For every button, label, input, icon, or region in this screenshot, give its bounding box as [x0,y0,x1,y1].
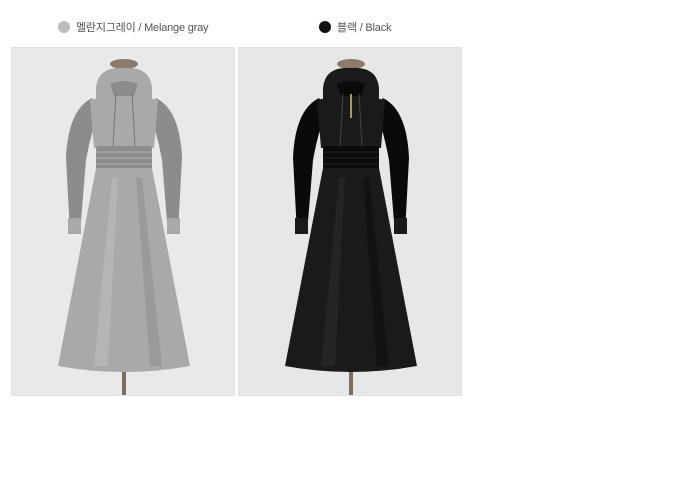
color-swatch-label: 멜란지그레이 / Melange gray [58,19,209,35]
product-photo-melange-gray [11,47,235,396]
dress-image [12,48,234,395]
color-swatch-dot [58,21,70,33]
color-swatch-label: 블랙 / Black [319,19,392,35]
color-name: 블랙 / Black [337,22,392,34]
color-name: 멜란지그레이 / Melange gray [76,22,209,34]
color-swatch-dot [319,21,331,33]
dress-image [239,48,461,395]
product-photo-black [238,47,462,396]
